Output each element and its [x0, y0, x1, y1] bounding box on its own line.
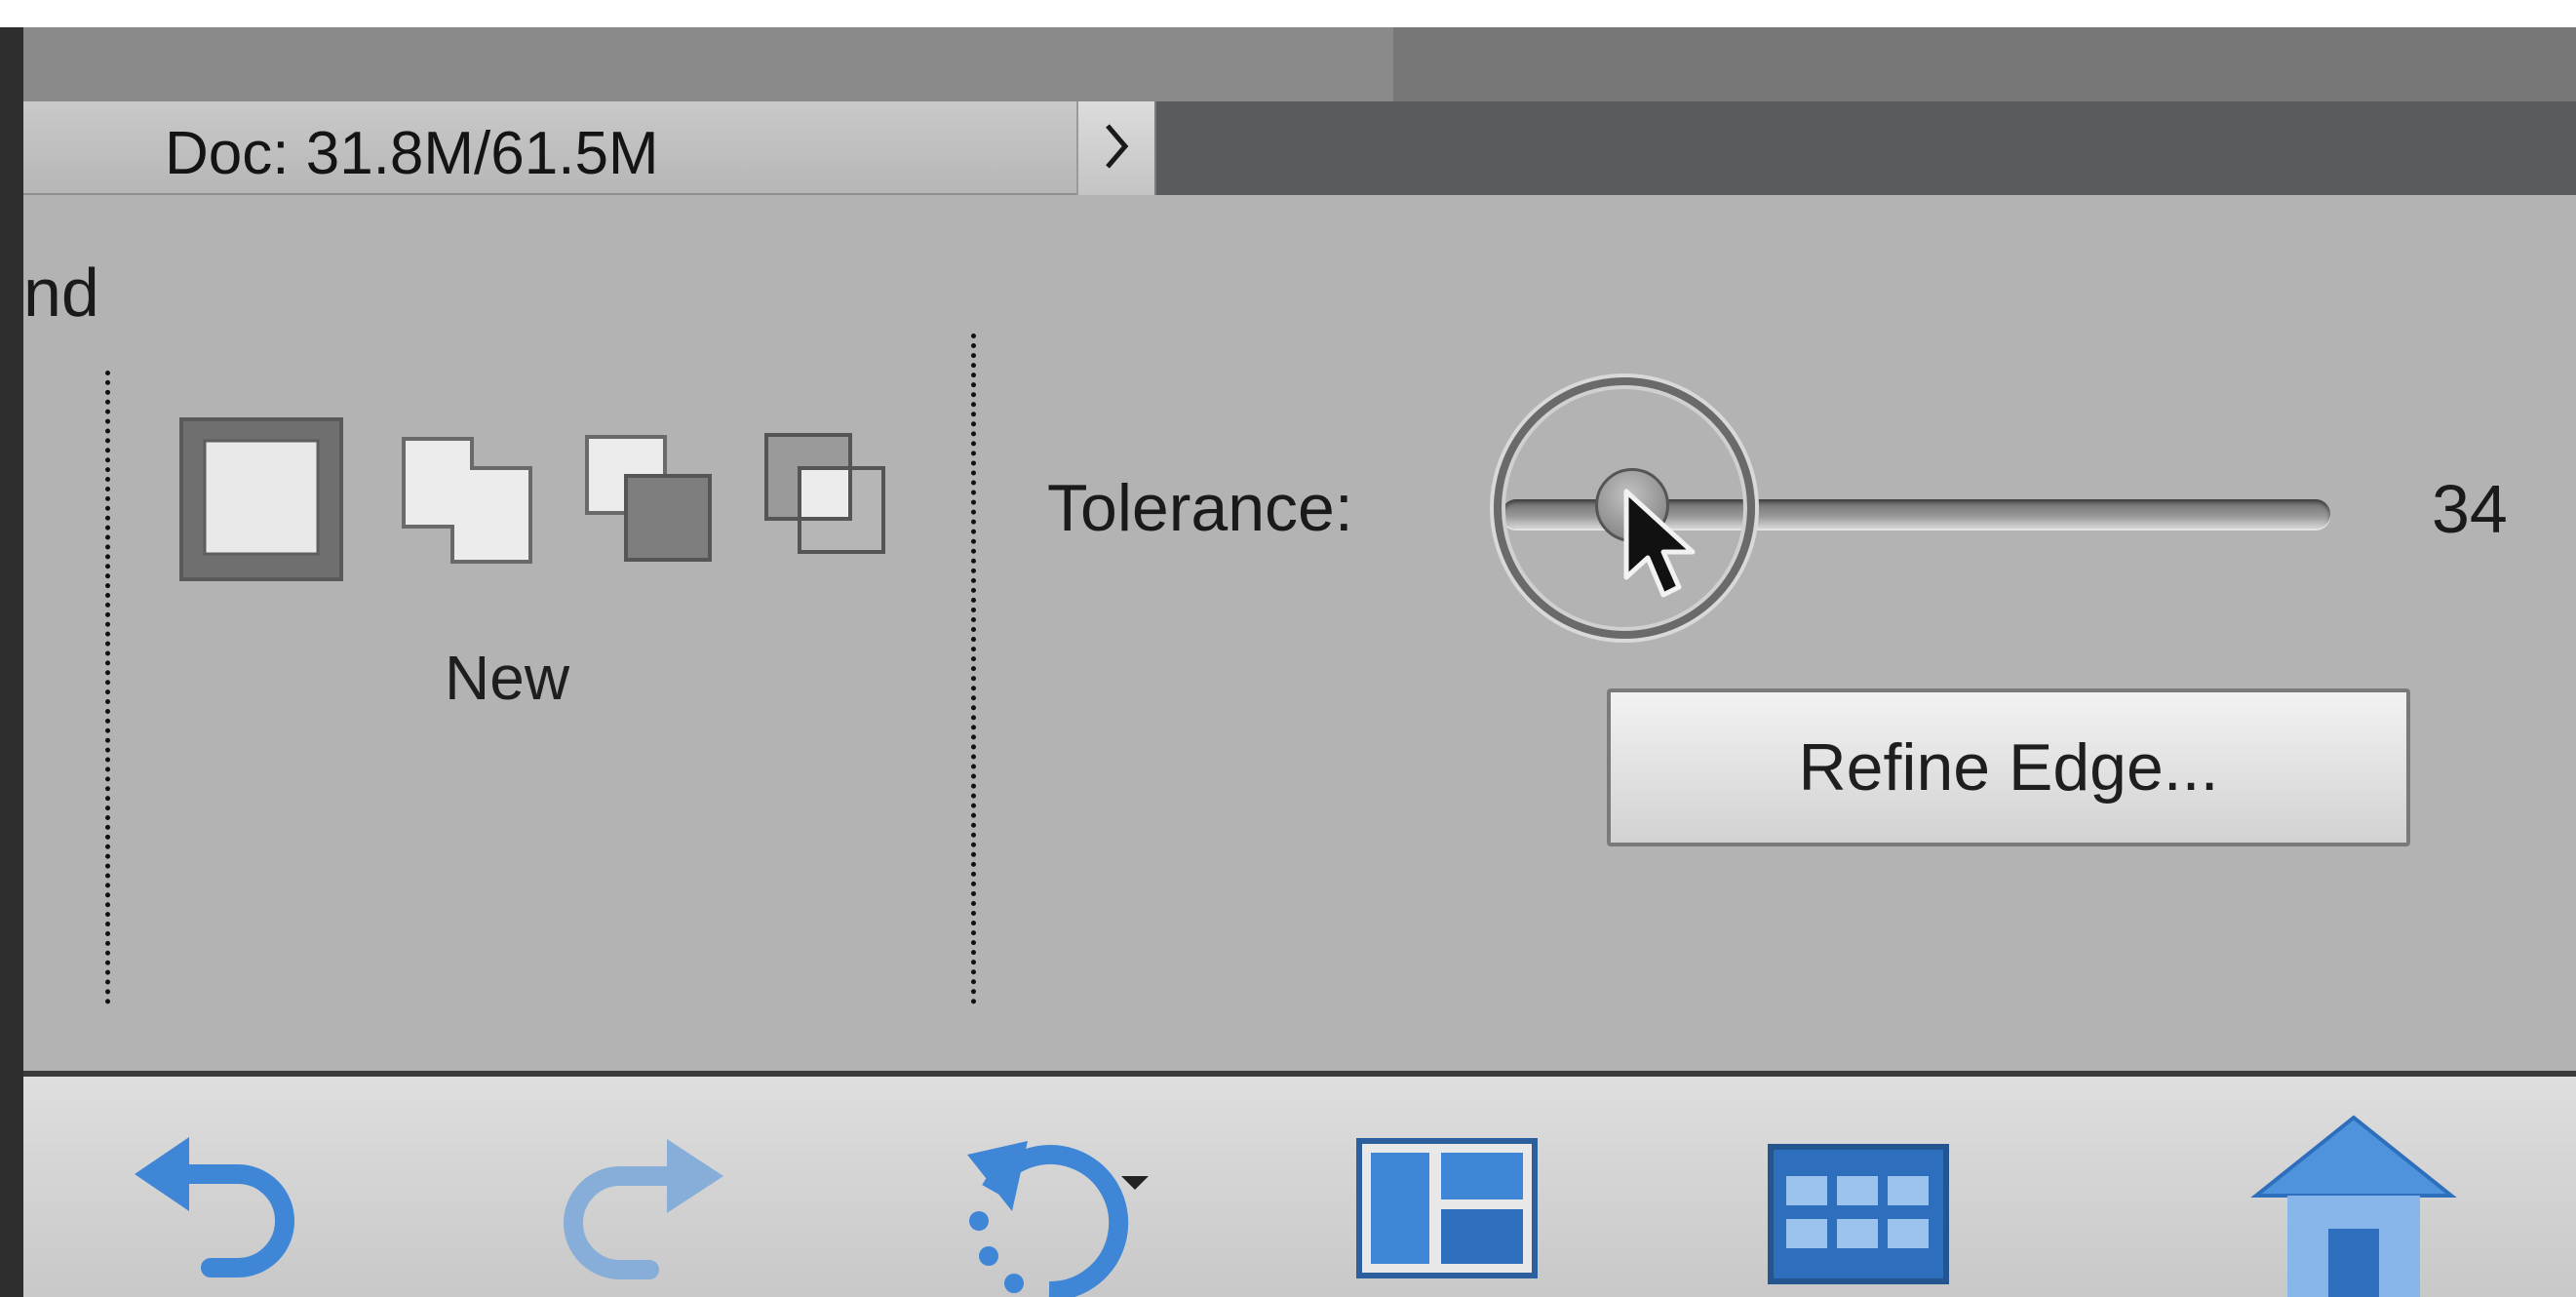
subtract-from-selection-button[interactable] [558, 417, 743, 588]
tolerance-label: Tolerance: [1047, 471, 1353, 545]
add-to-selection-icon [382, 437, 567, 587]
doc-info-field[interactable]: Doc: 31.8M/61.5M [23, 101, 1076, 195]
cut-off-label: nd [23, 255, 99, 331]
chevron-right-icon [1102, 120, 1131, 177]
doc-info-text: Doc: 31.8M/61.5M [165, 120, 659, 187]
top-bar [23, 27, 2576, 101]
status-expand-button[interactable] [1076, 101, 1156, 195]
refine-edge-label: Refine Edge... [1798, 730, 2219, 805]
redo-icon[interactable] [540, 1116, 735, 1296]
mouse-cursor-icon [1622, 488, 1700, 609]
options-separator [105, 371, 110, 1004]
options-separator [971, 334, 976, 1004]
window-edge [0, 27, 23, 1297]
rotate-icon[interactable] [940, 1116, 1193, 1297]
home-icon[interactable] [2246, 1112, 2461, 1297]
organizer-icon[interactable] [1767, 1143, 1952, 1294]
new-selection-icon [179, 417, 384, 626]
intersect-selection-icon [737, 433, 922, 587]
app-window: Doc: 31.8M/61.5M nd New Tolerance: 34 Re… [0, 0, 2576, 1297]
selection-mode-label: New [445, 643, 570, 713]
new-selection-button[interactable] [179, 417, 384, 627]
layout-icon[interactable] [1355, 1137, 1541, 1288]
tolerance-value: 34 [2432, 471, 2508, 547]
refine-edge-button[interactable]: Refine Edge... [1607, 688, 2410, 846]
bottom-toolbar [23, 1077, 2576, 1297]
undo-icon[interactable] [121, 1114, 316, 1294]
add-to-selection-button[interactable] [382, 417, 567, 588]
status-bar: Doc: 31.8M/61.5M [23, 101, 2576, 195]
subtract-from-selection-icon [558, 435, 743, 587]
tool-options-panel: nd New Tolerance: 34 Refine Edge... [23, 195, 2576, 1071]
intersect-selection-button[interactable] [737, 417, 922, 588]
